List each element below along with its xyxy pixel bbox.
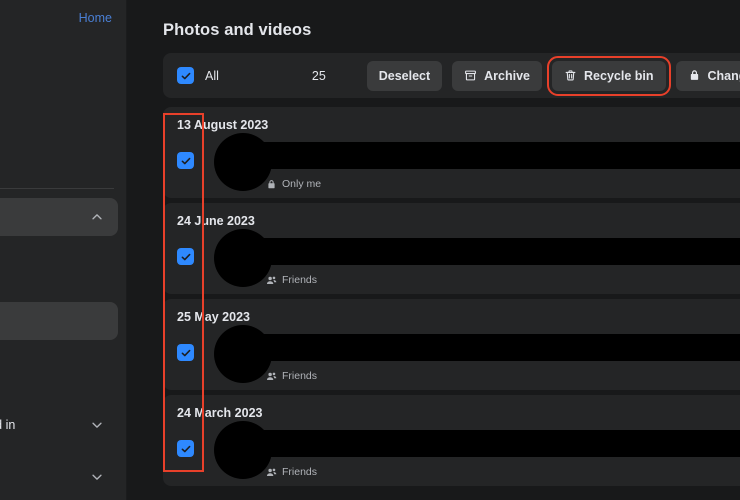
change-audience-button[interactable]: Change audience (675, 60, 740, 91)
main-content: Photos and videos All 25 Deselect Archiv… (127, 0, 740, 500)
friends-icon (266, 467, 277, 478)
selection-toolbar: All 25 Deselect Archive Recycle bin Chan (163, 53, 740, 98)
recycle-bin-button[interactable]: Recycle bin (546, 55, 671, 96)
post-select-checkbox[interactable] (177, 344, 194, 361)
trash-icon (564, 69, 577, 82)
change-audience-label: Change audience (707, 68, 740, 83)
home-link[interactable]: Home (79, 11, 112, 25)
chevron-down-icon (90, 470, 104, 484)
sidebar-item-label: Posts you're tagged in (0, 418, 16, 432)
post-audience-label: Friends (282, 274, 318, 286)
page-title: Photos and videos (163, 21, 312, 39)
table-row[interactable]: 24 March 2023 Friends (163, 395, 740, 486)
archive-icon (464, 69, 477, 82)
lock-icon (688, 69, 701, 82)
selected-count: 25 (311, 68, 326, 83)
post-select-checkbox[interactable] (177, 152, 194, 169)
table-row[interactable]: 24 June 2023 Friends (163, 203, 740, 294)
sidebar-home-row: Home (0, 0, 126, 36)
post-date: 24 March 2023 (177, 406, 263, 420)
redacted-post-text (264, 238, 740, 265)
sidebar-divider (0, 188, 114, 189)
post-audience: Friends (266, 274, 317, 286)
archive-button[interactable]: Archive (452, 60, 543, 91)
sidebar-section-header[interactable] (0, 198, 118, 236)
post-select-checkbox[interactable] (177, 440, 194, 457)
sidebar-item-stories[interactable]: Stories (0, 458, 118, 496)
post-date: 25 May 2023 (177, 310, 250, 324)
sidebar-scroll-content: Home Posts, notes and Photos and videos … (0, 0, 126, 500)
sidebar-item-posts-notes[interactable]: Posts, notes and (0, 250, 118, 288)
table-row[interactable]: 25 May 2023 Friends (163, 299, 740, 390)
sidebar-item-your-other-apps[interactable]: Your other apps (0, 354, 118, 392)
post-audience: Friends (266, 466, 317, 478)
deselect-button[interactable]: Deselect (366, 60, 443, 91)
post-audience: Only me (266, 178, 321, 190)
post-audience: Friends (266, 370, 317, 382)
lock-icon (266, 179, 277, 190)
table-row[interactable]: 13 August 2023 Only me (163, 107, 740, 198)
sidebar: Home Posts, notes and Photos and videos … (0, 0, 127, 500)
chevron-down-icon (90, 418, 104, 432)
photos-and-videos-list: 13 August 2023 Only me 24 June 2023 Frie… (163, 107, 740, 486)
select-all-label: All (205, 68, 219, 83)
post-audience-label: Only me (282, 178, 322, 190)
redacted-post-text (264, 334, 740, 361)
redacted-post-text (264, 142, 740, 169)
post-audience-label: Friends (282, 370, 318, 382)
post-date: 13 August 2023 (177, 118, 269, 132)
select-all-checkbox[interactable] (177, 67, 194, 84)
redacted-post-text (264, 430, 740, 457)
post-select-checkbox[interactable] (177, 248, 194, 265)
post-date: 24 June 2023 (177, 214, 255, 228)
friends-icon (266, 371, 277, 382)
friends-icon (266, 275, 277, 286)
toolbar-actions: Deselect Archive Recycle bin Chan (366, 55, 740, 96)
chevron-up-icon (90, 210, 104, 224)
deselect-label: Deselect (378, 68, 431, 83)
app-root: Home Posts, notes and Photos and videos … (0, 0, 740, 500)
sidebar-item-photos-and-videos[interactable]: Photos and videos (0, 302, 118, 340)
recycle-bin-label: Recycle bin (584, 68, 654, 83)
post-audience-label: Friends (282, 466, 318, 478)
sidebar-item-posts-tagged-in[interactable]: Posts you're tagged in (0, 406, 118, 444)
archive-label: Archive (484, 68, 531, 83)
